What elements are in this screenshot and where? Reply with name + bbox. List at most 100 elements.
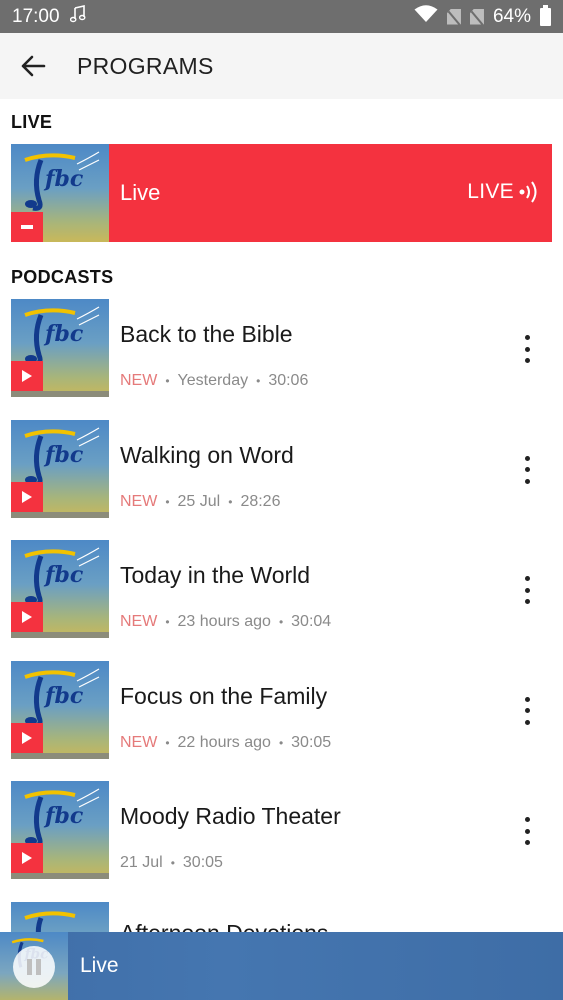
podcast-list: fbc Back to the Bible NEW • Yesterday • 3… bbox=[0, 299, 563, 902]
svg-text:fbc: fbc bbox=[43, 562, 84, 588]
more-options-button[interactable] bbox=[517, 696, 537, 725]
podcast-date: 25 Jul bbox=[177, 492, 221, 510]
live-stream-row[interactable]: fbc Live LIVE bbox=[11, 144, 552, 242]
fbc-logo-icon: fbc bbox=[24, 426, 100, 487]
live-stream-label: Live bbox=[120, 180, 161, 205]
podcast-info: Today in the World NEW • 23 hours ago • 3… bbox=[120, 540, 331, 661]
live-section-heading: LIVE bbox=[11, 112, 53, 132]
live-badge: LIVE bbox=[467, 180, 540, 204]
live-badge-text: LIVE bbox=[467, 180, 514, 203]
play-button[interactable] bbox=[11, 481, 43, 512]
podcast-meta: NEW • 22 hours ago • 30:05 bbox=[120, 733, 332, 751]
podcast-thumbnail: fbc bbox=[11, 660, 109, 759]
podcast-duration: 28:26 bbox=[240, 492, 281, 510]
podcast-meta: 21 Jul • 30:05 bbox=[120, 854, 223, 871]
podcast-item[interactable]: fbc Focus on the Family NEW • 22 hours ag… bbox=[0, 660, 563, 782]
svg-text:fbc: fbc bbox=[43, 683, 84, 709]
fbc-logo-icon bbox=[24, 911, 76, 932]
status-time: 17:00 bbox=[12, 5, 60, 27]
fbc-logo-icon: fbc bbox=[24, 306, 100, 366]
more-options-button[interactable] bbox=[517, 335, 537, 363]
more-options-button[interactable] bbox=[517, 455, 537, 484]
podcast-item[interactable]: fbc Moody Radio Theater 21 Jul • 30:05 bbox=[0, 781, 563, 902]
battery-percentage: 64% bbox=[492, 5, 531, 27]
arrow-left-icon bbox=[21, 55, 46, 77]
new-badge: NEW bbox=[120, 372, 158, 389]
play-icon bbox=[22, 370, 32, 382]
podcast-title: Focus on the Family bbox=[120, 682, 328, 709]
more-vert-icon bbox=[524, 696, 530, 702]
pause-icon bbox=[27, 959, 32, 975]
play-icon bbox=[22, 731, 32, 744]
podcast-meta: NEW • Yesterday • 30:06 bbox=[120, 372, 309, 389]
play-button[interactable] bbox=[11, 722, 43, 753]
play-button[interactable] bbox=[11, 361, 43, 391]
podcast-date: 22 hours ago bbox=[177, 733, 271, 751]
fbc-logo-icon: fbc bbox=[24, 667, 100, 728]
podcast-item[interactable]: fbc Today in the World NEW • 23 hours ago… bbox=[0, 540, 563, 661]
podcast-title: Back to the Bible bbox=[120, 321, 293, 347]
more-options-button[interactable] bbox=[517, 817, 537, 845]
podcast-meta: NEW • 25 Jul • 28:26 bbox=[120, 492, 281, 510]
podcast-date: Yesterday bbox=[177, 372, 249, 389]
podcast-thumbnail: fbc bbox=[11, 540, 109, 638]
podcast-duration: 30:05 bbox=[291, 733, 332, 751]
fbc-logo-icon: fbc bbox=[24, 547, 100, 607]
podcast-title: Moody Radio Theater bbox=[120, 803, 341, 829]
podcast-duration: 30:05 bbox=[182, 854, 223, 871]
back-button[interactable] bbox=[0, 33, 66, 99]
battery-icon bbox=[540, 4, 551, 26]
page-title: PROGRAMS bbox=[77, 52, 214, 79]
svg-text:fbc: fbc bbox=[43, 321, 84, 347]
more-vert-icon bbox=[524, 335, 530, 340]
podcast-item[interactable]: fbc Back to the Bible NEW • Yesterday • 3… bbox=[0, 299, 563, 420]
new-badge: NEW bbox=[120, 613, 158, 630]
fbc-logo-icon: fbc bbox=[24, 788, 100, 848]
music-note-icon bbox=[69, 4, 86, 29]
podcast-meta: NEW • 23 hours ago • 30:04 bbox=[120, 613, 332, 630]
podcast-title: Today in the World bbox=[120, 562, 311, 588]
partial-thumbnail bbox=[11, 902, 109, 932]
podcast-date: 21 Jul bbox=[120, 854, 163, 871]
podcast-item[interactable]: fbc Walking on Word NEW • 25 Jul • 28:26 bbox=[0, 419, 563, 541]
play-button[interactable] bbox=[11, 602, 43, 632]
svg-text:fbc: fbc bbox=[43, 166, 84, 192]
svg-text:fbc: fbc bbox=[43, 803, 84, 829]
more-vert-icon bbox=[524, 455, 530, 461]
svg-text:fbc: fbc bbox=[43, 442, 84, 468]
new-badge: NEW bbox=[120, 492, 158, 510]
podcast-info: Moody Radio Theater 21 Jul • 30:05 bbox=[120, 781, 341, 902]
more-vert-icon bbox=[524, 817, 530, 822]
broadcast-icon bbox=[519, 181, 537, 203]
play-icon bbox=[22, 611, 32, 623]
podcast-title: Walking on Word bbox=[120, 441, 294, 468]
podcast-duration: 30:06 bbox=[268, 372, 309, 389]
programs-screen: 17:00 64% PROGRAMS LIVE fbc Live LIVE PO… bbox=[0, 0, 563, 1000]
pause-button[interactable] bbox=[13, 946, 55, 988]
wifi-icon bbox=[414, 4, 438, 29]
podcast-info: Walking on Word NEW • 25 Jul • 28:26 bbox=[120, 420, 294, 541]
stop-icon bbox=[21, 225, 33, 229]
play-button[interactable] bbox=[11, 843, 43, 873]
podcast-duration: 30:04 bbox=[291, 613, 332, 630]
stop-button[interactable] bbox=[11, 212, 43, 242]
partial-podcast-title: Afternoon Devotions bbox=[120, 920, 328, 932]
no-sim-icon bbox=[446, 8, 461, 25]
mini-player-thumbnail: fbc bbox=[0, 932, 68, 1000]
partial-podcast-item[interactable]: Afternoon Devotions bbox=[0, 902, 563, 932]
mini-player[interactable]: fbc Live bbox=[0, 932, 563, 1000]
more-options-button[interactable] bbox=[517, 576, 537, 604]
play-icon bbox=[22, 490, 32, 503]
mini-player-label: Live bbox=[80, 954, 119, 977]
podcast-info: Back to the Bible NEW • Yesterday • 30:06 bbox=[120, 299, 308, 420]
podcasts-section-heading: PODCASTS bbox=[11, 267, 114, 287]
new-badge: NEW bbox=[120, 733, 158, 751]
status-bar: 17:00 64% bbox=[0, 0, 563, 33]
no-sim-icon bbox=[469, 8, 484, 25]
fbc-logo-icon: fbc bbox=[24, 151, 100, 211]
podcast-thumbnail: fbc bbox=[11, 299, 109, 397]
station-logo-thumbnail: fbc bbox=[11, 144, 109, 242]
podcast-thumbnail: fbc bbox=[11, 781, 109, 879]
play-icon bbox=[22, 852, 32, 864]
app-bar: PROGRAMS bbox=[0, 33, 563, 99]
